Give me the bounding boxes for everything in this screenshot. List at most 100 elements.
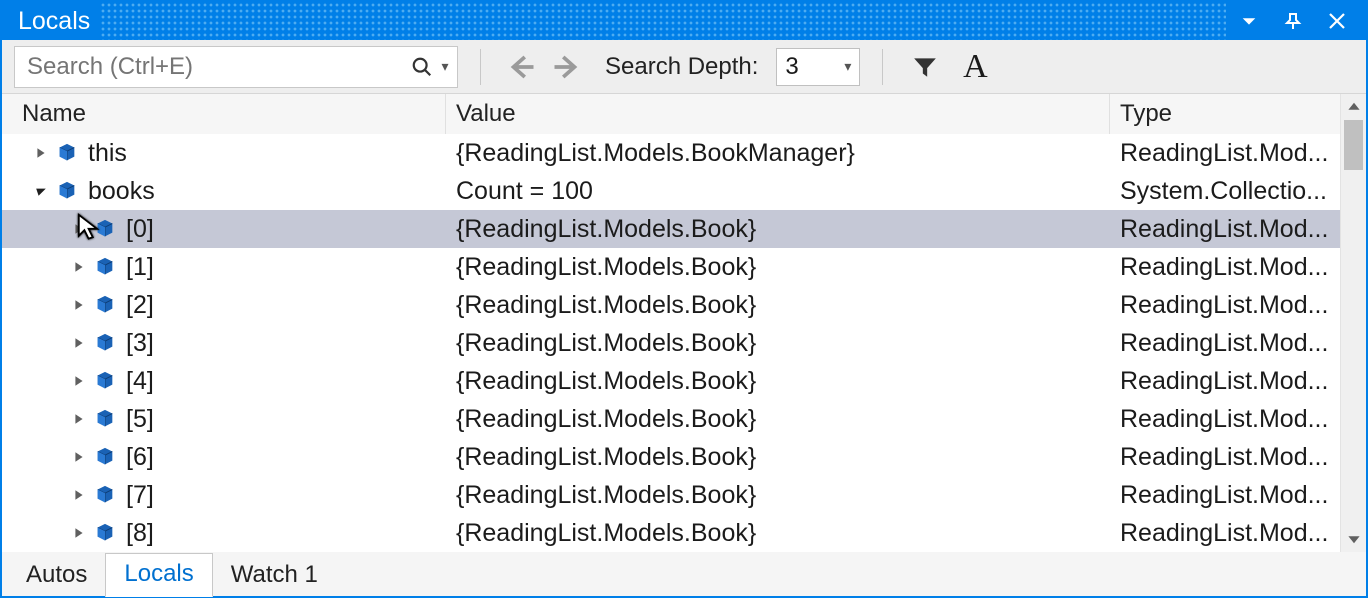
bottom-tabs: AutosLocalsWatch 1 <box>2 552 1366 596</box>
type-cell: ReadingList.Mod... <box>1110 443 1340 472</box>
variable-row[interactable]: [7] {ReadingList.Models.Book}ReadingList.… <box>2 476 1340 514</box>
name-cell[interactable]: [0] <box>2 215 446 244</box>
value-cell[interactable]: {ReadingList.Models.Book} <box>446 481 1110 510</box>
nav-forward-button[interactable] <box>549 49 585 85</box>
value-cell[interactable]: {ReadingList.Models.Book} <box>446 253 1110 282</box>
search-input[interactable] <box>15 53 405 81</box>
variable-row[interactable]: [1] {ReadingList.Models.Book}ReadingList.… <box>2 248 1340 286</box>
object-icon <box>94 256 116 278</box>
variable-row[interactable]: this{ReadingList.Models.BookManager}Read… <box>2 134 1340 172</box>
close-button[interactable] <box>1324 8 1350 34</box>
expand-icon[interactable] <box>70 334 88 352</box>
value-cell[interactable]: {ReadingList.Models.Book} <box>446 405 1110 434</box>
variable-row[interactable]: [5]{ReadingList.Models.Book}ReadingList.… <box>2 400 1340 438</box>
value-cell[interactable]: {ReadingList.Models.BookManager} <box>446 139 1110 168</box>
nav-back-button[interactable] <box>503 49 539 85</box>
locals-window: Locals ▾ Sear <box>0 0 1368 598</box>
collapse-icon[interactable] <box>32 182 50 200</box>
value-cell[interactable]: {ReadingList.Models.Book} <box>446 291 1110 320</box>
variables-grid: Name Value Type this{ReadingList.Models.… <box>2 94 1340 552</box>
name-cell[interactable]: [3] <box>2 329 446 358</box>
object-icon <box>94 484 116 506</box>
value-cell[interactable]: {ReadingList.Models.Book} <box>446 519 1110 548</box>
scroll-down-button[interactable] <box>1341 526 1366 552</box>
chevron-down-icon: ▾ <box>844 58 851 75</box>
scroll-up-button[interactable] <box>1341 94 1366 120</box>
search-depth-label: Search Depth: <box>605 53 758 81</box>
scroll-track[interactable] <box>1341 120 1366 526</box>
expand-icon[interactable] <box>70 372 88 390</box>
type-cell: ReadingList.Mod... <box>1110 481 1340 510</box>
text-visualizer-button[interactable]: A <box>955 47 995 87</box>
search-depth-value: 3 <box>785 53 798 81</box>
variable-name: [7] <box>126 481 154 510</box>
object-icon <box>94 522 116 544</box>
value-cell[interactable]: {ReadingList.Models.Book} <box>446 329 1110 358</box>
name-cell[interactable]: [7] <box>2 481 446 510</box>
separator <box>882 49 883 85</box>
variable-name: [5] <box>126 405 154 434</box>
type-cell: ReadingList.Mod... <box>1110 139 1340 168</box>
scroll-thumb[interactable] <box>1344 120 1363 170</box>
name-cell[interactable]: [2] <box>2 291 446 320</box>
variable-row[interactable]: [6]{ReadingList.Models.Book}ReadingList.… <box>2 438 1340 476</box>
column-header-value[interactable]: Value <box>446 94 1110 134</box>
expand-icon[interactable] <box>70 296 88 314</box>
toolbar: ▾ Search Depth: 3 ▾ A <box>2 40 1366 94</box>
type-cell: ReadingList.Mod... <box>1110 329 1340 358</box>
separator <box>480 49 481 85</box>
name-cell[interactable]: [1] <box>2 253 446 282</box>
search-dropdown-icon[interactable]: ▾ <box>439 58 457 75</box>
type-cell: ReadingList.Mod... <box>1110 367 1340 396</box>
object-icon <box>94 408 116 430</box>
expand-icon[interactable] <box>70 486 88 504</box>
column-header-name[interactable]: Name <box>2 94 446 134</box>
value-cell[interactable]: {ReadingList.Models.Book} <box>446 215 1110 244</box>
grid-body: Name Value Type this{ReadingList.Models.… <box>2 94 1366 552</box>
object-icon <box>94 446 116 468</box>
expand-icon[interactable] <box>70 524 88 542</box>
variable-name: [1] <box>126 253 154 282</box>
value-cell[interactable]: {ReadingList.Models.Book} <box>446 443 1110 472</box>
search-icon[interactable] <box>405 56 439 78</box>
expand-icon[interactable] <box>32 144 50 162</box>
tab-watch-1[interactable]: Watch 1 <box>213 555 336 597</box>
name-cell[interactable]: books <box>2 177 446 206</box>
object-icon <box>94 332 116 354</box>
titlebar-grip[interactable] <box>100 2 1226 40</box>
titlebar: Locals <box>2 2 1366 40</box>
expand-icon[interactable] <box>70 410 88 428</box>
variable-name: [3] <box>126 329 154 358</box>
tab-autos[interactable]: Autos <box>8 555 105 597</box>
variable-name: [2] <box>126 291 154 320</box>
tab-locals[interactable]: Locals <box>105 553 212 597</box>
variable-row[interactable]: [8]{ReadingList.Models.Book}ReadingList.… <box>2 514 1340 552</box>
name-cell[interactable]: [4] <box>2 367 446 396</box>
titlebar-controls <box>1236 8 1350 34</box>
variable-row[interactable]: [0]{ReadingList.Models.Book}ReadingList.… <box>2 210 1340 248</box>
column-header-type[interactable]: Type <box>1110 94 1340 134</box>
expand-icon[interactable] <box>70 448 88 466</box>
value-cell[interactable]: Count = 100 <box>446 177 1110 206</box>
pin-button[interactable] <box>1280 8 1306 34</box>
expand-icon[interactable] <box>70 220 88 238</box>
type-cell: ReadingList.Mod... <box>1110 215 1340 244</box>
name-cell[interactable]: [8] <box>2 519 446 548</box>
name-cell[interactable]: [6] <box>2 443 446 472</box>
value-cell[interactable]: {ReadingList.Models.Book} <box>446 367 1110 396</box>
name-cell[interactable]: [5] <box>2 405 446 434</box>
type-cell: ReadingList.Mod... <box>1110 253 1340 282</box>
variable-row[interactable]: [3] {ReadingList.Models.Book}ReadingList.… <box>2 324 1340 362</box>
name-cell[interactable]: this <box>2 139 446 168</box>
variable-row[interactable]: [2] {ReadingList.Models.Book}ReadingList.… <box>2 286 1340 324</box>
window-options-button[interactable] <box>1236 8 1262 34</box>
variable-row[interactable]: booksCount = 100System.Collectio... <box>2 172 1340 210</box>
vertical-scrollbar[interactable] <box>1340 94 1366 552</box>
type-cell: ReadingList.Mod... <box>1110 291 1340 320</box>
filter-button[interactable] <box>905 47 945 87</box>
search-depth-combo[interactable]: 3 ▾ <box>776 48 860 86</box>
expand-icon[interactable] <box>70 258 88 276</box>
search-box[interactable]: ▾ <box>14 46 458 88</box>
variable-row[interactable]: [4]{ReadingList.Models.Book}ReadingList.… <box>2 362 1340 400</box>
variable-name: books <box>88 177 155 206</box>
